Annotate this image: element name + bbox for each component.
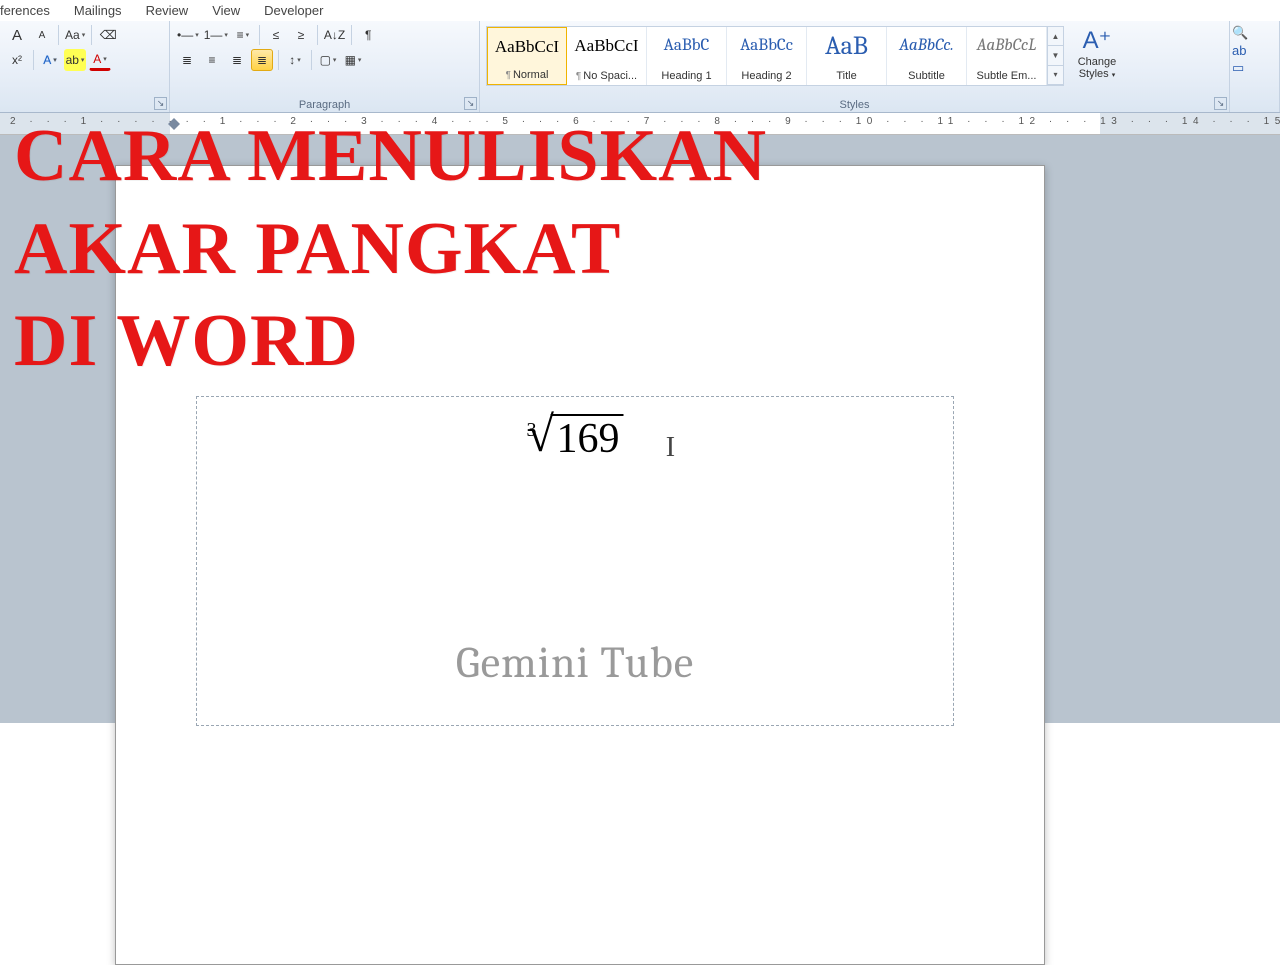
line-spacing-button[interactable]: ↕ bbox=[284, 49, 306, 71]
align-center-button[interactable]: ≡ bbox=[201, 49, 223, 71]
menu-item-developer[interactable]: Developer bbox=[264, 3, 323, 18]
menu-item-mailings[interactable]: Mailings bbox=[74, 3, 122, 18]
decrease-indent-button[interactable]: ≤ bbox=[265, 24, 287, 46]
text-cursor-icon: I bbox=[666, 432, 675, 464]
change-case-button[interactable]: Aa bbox=[64, 24, 86, 46]
clear-format-button[interactable]: ⌫ bbox=[97, 24, 119, 46]
pilcrow-icon: ¶ bbox=[576, 71, 581, 82]
style-preview: AaBbCc bbox=[729, 30, 804, 62]
group-styles: AaBbCcI ¶Normal AaBbCcI ¶No Spaci... AaBbC He… bbox=[480, 21, 1230, 112]
menu-item-references[interactable]: ferences bbox=[0, 3, 50, 18]
overlay-title: CARA MENULISKAN AKAR PANGKAT DI WORD bbox=[14, 110, 767, 388]
change-styles-icon: A⁺ bbox=[1072, 28, 1122, 54]
group-editing: 🔍 ab ▭ bbox=[1230, 21, 1280, 112]
replace-button[interactable]: ab bbox=[1232, 43, 1277, 58]
equation-field[interactable]: 3 169 I Gemini Tube bbox=[196, 396, 954, 726]
style-name: Heading 1 bbox=[649, 70, 724, 82]
shrink-font-button[interactable]: A bbox=[31, 24, 53, 46]
find-button[interactable]: 🔍 bbox=[1232, 25, 1277, 41]
style-name: Title bbox=[809, 70, 884, 82]
style-preview: AaBbC bbox=[649, 30, 724, 62]
style-item-6[interactable]: AaBbCcL Subtle Em... bbox=[967, 27, 1047, 85]
gallery-down-button[interactable]: ▼ bbox=[1048, 46, 1063, 65]
style-preview: AaB bbox=[809, 30, 884, 62]
borders-button[interactable]: ▦ bbox=[342, 49, 364, 71]
align-right-button[interactable]: ≣ bbox=[226, 49, 248, 71]
font-dialog-launcher[interactable]: ↘ bbox=[154, 97, 167, 110]
style-preview: AaBbCcI bbox=[490, 31, 564, 63]
style-item-1[interactable]: AaBbCcI ¶No Spaci... bbox=[567, 27, 647, 85]
equation: 3 169 bbox=[527, 415, 624, 463]
menu-item-review[interactable]: Review bbox=[146, 3, 189, 18]
style-preview: AaBbCcL bbox=[969, 30, 1044, 62]
font-color-button[interactable]: A bbox=[89, 49, 111, 71]
gallery-scroll: ▲ ▼ ▾ bbox=[1047, 27, 1063, 85]
paragraph-dialog-launcher[interactable]: ↘ bbox=[464, 97, 477, 110]
style-item-4[interactable]: AaB Title bbox=[807, 27, 887, 85]
multilevel-button[interactable]: ≡ bbox=[232, 24, 254, 46]
menu-item-view[interactable]: View bbox=[212, 3, 240, 18]
align-left-button[interactable]: ≣ bbox=[176, 49, 198, 71]
highlight-button[interactable]: ab bbox=[64, 49, 86, 71]
style-name: Subtle Em... bbox=[969, 70, 1044, 82]
shading-button[interactable]: ▢ bbox=[317, 49, 339, 71]
style-item-0[interactable]: AaBbCcI ¶Normal bbox=[487, 27, 567, 85]
radical-sign: 169 bbox=[533, 415, 624, 463]
justify-button[interactable]: ≣ bbox=[251, 49, 273, 71]
increase-indent-button[interactable]: ≥ bbox=[290, 24, 312, 46]
numbering-button[interactable]: 1— bbox=[203, 24, 229, 46]
select-button[interactable]: ▭ bbox=[1232, 60, 1277, 76]
style-name: Heading 2 bbox=[729, 70, 804, 82]
style-name: ¶No Spaci... bbox=[569, 70, 644, 82]
ribbon: A A Aa ⌫ x² A ab A ↘ •— 1— ≡ ≤ ≥ A↓Z ¶ bbox=[0, 21, 1280, 113]
gallery-up-button[interactable]: ▲ bbox=[1048, 27, 1063, 46]
gallery-more-button[interactable]: ▾ bbox=[1048, 66, 1063, 85]
group-font: A A Aa ⌫ x² A ab A ↘ bbox=[0, 21, 170, 112]
style-item-3[interactable]: AaBbCc Heading 2 bbox=[727, 27, 807, 85]
grow-font-button[interactable]: A bbox=[6, 24, 28, 46]
style-item-2[interactable]: AaBbC Heading 1 bbox=[647, 27, 727, 85]
group-paragraph: •— 1— ≡ ≤ ≥ A↓Z ¶ ≣ ≡ ≣ ≣ ↕ ▢ ▦ Paragrap… bbox=[170, 21, 480, 112]
style-item-5[interactable]: AaBbCc. Subtitle bbox=[887, 27, 967, 85]
styles-dialog-launcher[interactable]: ↘ bbox=[1214, 97, 1227, 110]
style-preview: AaBbCcI bbox=[569, 30, 644, 62]
style-preview: AaBbCc. bbox=[889, 30, 964, 62]
change-styles-button[interactable]: A⁺ Change Styles ▾ bbox=[1070, 24, 1124, 86]
style-name: Subtitle bbox=[889, 70, 964, 82]
sort-button[interactable]: A↓Z bbox=[323, 24, 346, 46]
text-effects-button[interactable]: A bbox=[39, 49, 61, 71]
watermark-text: Gemini Tube bbox=[197, 637, 953, 688]
bullets-button[interactable]: •— bbox=[176, 24, 200, 46]
superscript-button[interactable]: x² bbox=[6, 49, 28, 71]
style-name: ¶Normal bbox=[490, 69, 564, 81]
radicand[interactable]: 169 bbox=[551, 414, 624, 462]
styles-gallery: AaBbCcI ¶Normal AaBbCcI ¶No Spaci... AaBbC He… bbox=[486, 26, 1064, 86]
pilcrow-icon: ¶ bbox=[506, 70, 511, 81]
menu-bar: ferences Mailings Review View Developer bbox=[0, 0, 1280, 21]
show-marks-button[interactable]: ¶ bbox=[357, 24, 379, 46]
